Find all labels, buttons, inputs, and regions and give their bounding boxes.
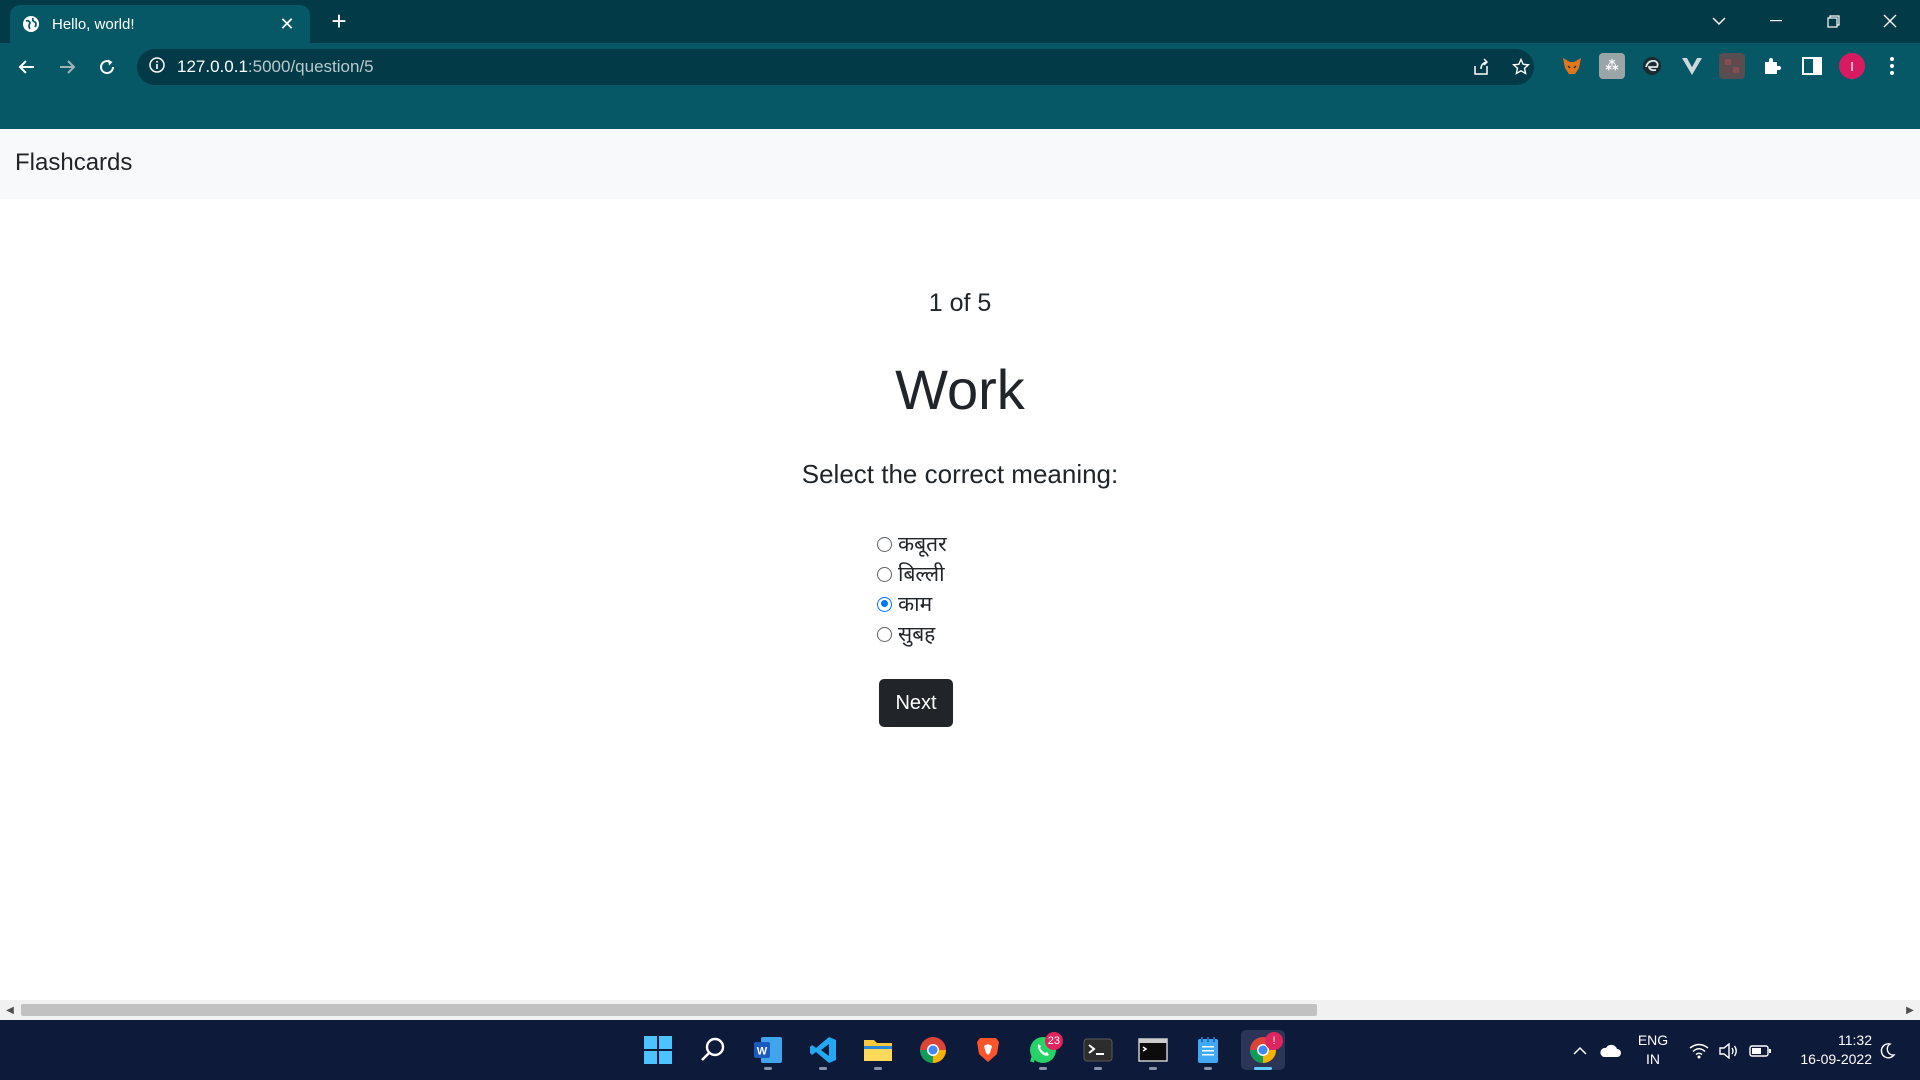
terminal-icon[interactable] xyxy=(1076,1030,1120,1070)
scrollbar-thumb[interactable] xyxy=(21,1004,1317,1016)
bookmark-star-icon[interactable] xyxy=(1509,55,1533,79)
menu-kebab-icon[interactable] xyxy=(1879,53,1905,79)
radio-button[interactable] xyxy=(877,626,892,642)
option-label: कबूतर xyxy=(898,532,947,556)
address-bar[interactable]: 127.0.0.1:5000/question/5 xyxy=(137,49,1534,85)
chevron-up-icon[interactable] xyxy=(1569,1040,1591,1062)
vscode-icon[interactable] xyxy=(801,1030,845,1070)
close-tab-icon[interactable]: ✕ xyxy=(276,14,298,35)
globe-icon xyxy=(22,15,40,33)
radio-button[interactable] xyxy=(877,536,892,552)
forward-arrow-icon[interactable] xyxy=(51,51,83,83)
notification-badge: 23 xyxy=(1044,1032,1063,1050)
running-indicator xyxy=(874,1067,882,1070)
volume-icon[interactable] xyxy=(1718,1040,1740,1062)
site-navbar: Flashcards xyxy=(0,129,1920,199)
restore-button[interactable] xyxy=(1813,6,1853,36)
clock-date: 16-09-2022 xyxy=(1800,1051,1872,1067)
extensions-puzzle-icon[interactable] xyxy=(1759,53,1785,79)
vue-devtools-icon[interactable] xyxy=(1679,53,1705,79)
profile-initial: I xyxy=(1850,58,1854,74)
running-indicator xyxy=(819,1067,827,1070)
extension-grey-icon[interactable]: ⁂ xyxy=(1599,53,1625,79)
reload-icon[interactable] xyxy=(91,51,123,83)
command-prompt-icon[interactable] xyxy=(1131,1030,1175,1070)
chrome-icon[interactable] xyxy=(911,1030,955,1070)
browser-toolbar: 127.0.0.1:5000/question/5 ⁂ I xyxy=(0,43,1920,129)
back-arrow-icon[interactable] xyxy=(11,51,43,83)
notepad-icon[interactable] xyxy=(1186,1030,1230,1070)
flashcard-word: Work xyxy=(895,358,1025,421)
option-label: काम xyxy=(898,592,933,616)
tab-search-icon[interactable] xyxy=(1699,6,1739,36)
scroll-right-arrow-icon[interactable]: ▶ xyxy=(1900,1000,1920,1020)
share-icon[interactable] xyxy=(1469,55,1493,79)
profile-avatar[interactable]: I xyxy=(1839,53,1865,79)
search-icon[interactable] xyxy=(691,1030,735,1070)
question-counter: 1 of 5 xyxy=(928,289,992,317)
wifi-icon[interactable] xyxy=(1688,1040,1710,1062)
next-button[interactable]: Next xyxy=(879,679,953,727)
radio-button[interactable] xyxy=(877,566,892,582)
language-code: ENG xyxy=(1637,1032,1669,1048)
extension-red-grid-icon[interactable] xyxy=(1719,53,1745,79)
windows-taskbar: W 23 ! ENG IN 11:32 16-09-2022 xyxy=(0,1020,1920,1080)
new-tab-button[interactable]: + xyxy=(324,7,354,35)
clock[interactable]: 11:32 16-09-2022 xyxy=(1782,1031,1872,1069)
notification-badge: ! xyxy=(1265,1032,1283,1050)
region-code: IN xyxy=(1646,1051,1660,1067)
question-prompt: Select the correct meaning: xyxy=(801,459,1119,489)
clock-time: 11:32 xyxy=(1838,1032,1872,1048)
scroll-left-arrow-icon[interactable]: ◀ xyxy=(0,1000,20,1020)
running-indicator xyxy=(1039,1067,1047,1070)
flashcard-content: 1 of 5 Work Select the correct meaning: … xyxy=(0,199,1920,999)
url-text[interactable]: 127.0.0.1:5000/question/5 xyxy=(177,57,374,77)
answer-option[interactable]: कबूतर xyxy=(877,529,947,559)
running-indicator xyxy=(1094,1067,1102,1070)
running-indicator xyxy=(1149,1067,1157,1070)
answer-options: कबूतर बिल्ली काम सुबह xyxy=(877,529,947,649)
navbar-brand[interactable]: Flashcards xyxy=(15,149,132,177)
option-label: सुबह xyxy=(898,622,936,646)
battery-icon[interactable] xyxy=(1749,1040,1771,1062)
side-panel-icon[interactable] xyxy=(1799,53,1825,79)
answer-option[interactable]: सुबह xyxy=(877,619,947,649)
site-info-icon[interactable] xyxy=(149,56,165,78)
tab-title: Hello, world! xyxy=(52,15,135,33)
minimize-button[interactable] xyxy=(1756,6,1796,36)
close-window-button[interactable] xyxy=(1870,6,1910,36)
radio-button[interactable] xyxy=(877,596,892,612)
running-indicator xyxy=(1204,1067,1212,1070)
svg-text:W: W xyxy=(757,1046,768,1058)
url-host: 127.0.0.1 xyxy=(177,57,248,76)
browser-titlebar: Hello, world! ✕ + xyxy=(0,0,1920,43)
file-explorer-icon[interactable] xyxy=(856,1030,900,1070)
language-indicator[interactable]: ENG IN xyxy=(1633,1031,1673,1069)
edge-like-extension-icon[interactable] xyxy=(1639,53,1665,79)
horizontal-scrollbar[interactable]: ◀ ▶ xyxy=(0,1000,1920,1020)
start-windows-icon[interactable] xyxy=(636,1030,680,1070)
chrome-active-icon[interactable]: ! xyxy=(1241,1030,1285,1070)
metamask-fox-icon[interactable] xyxy=(1559,53,1585,79)
answer-option[interactable]: काम xyxy=(877,589,947,619)
whatsapp-icon[interactable]: 23 xyxy=(1021,1030,1065,1070)
word-icon[interactable]: W xyxy=(746,1030,790,1070)
active-indicator xyxy=(1254,1067,1272,1070)
running-indicator xyxy=(764,1067,772,1070)
option-label: बिल्ली xyxy=(898,562,945,586)
brave-icon[interactable] xyxy=(966,1030,1010,1070)
url-path: :5000/question/5 xyxy=(247,57,374,76)
onedrive-cloud-icon[interactable] xyxy=(1599,1040,1621,1062)
browser-tab[interactable]: Hello, world! ✕ xyxy=(10,5,310,43)
answer-option[interactable]: बिल्ली xyxy=(877,559,947,589)
focus-moon-icon[interactable] xyxy=(1876,1040,1898,1062)
